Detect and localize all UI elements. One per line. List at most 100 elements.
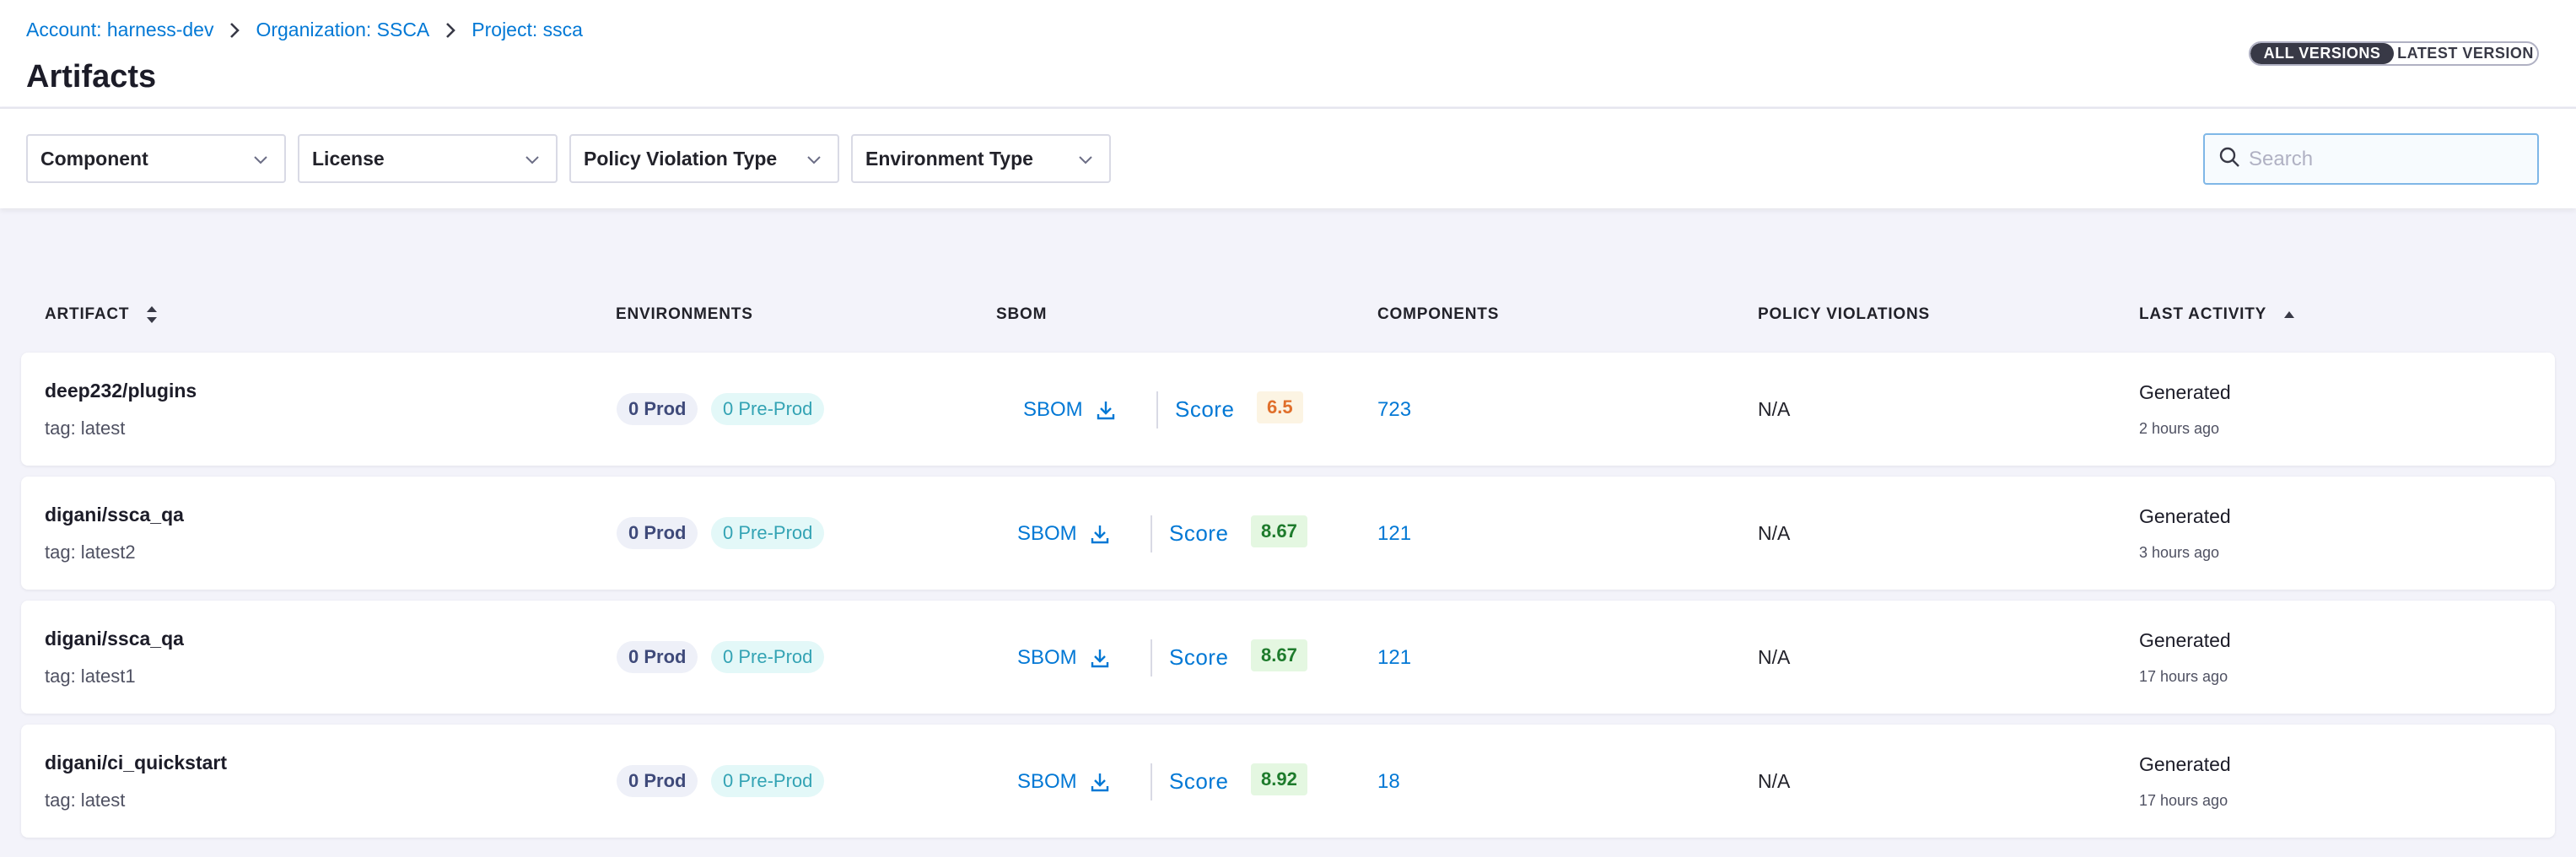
download-icon: [1097, 400, 1115, 420]
download-icon: [1091, 648, 1109, 668]
artifact-name[interactable]: digani/ci_quickstart: [45, 752, 227, 774]
divider: [1151, 515, 1152, 552]
dropdown-label: Component: [40, 147, 148, 170]
score-badge: 8.67: [1251, 515, 1307, 547]
chevron-right-icon: [445, 22, 456, 39]
score-badge: 8.92: [1251, 763, 1307, 795]
breadcrumb-account[interactable]: Account: harness-dev: [26, 19, 213, 41]
artifact-cell: digani/ci_quickstart tag: latest: [45, 752, 227, 811]
score-badge: 8.67: [1251, 639, 1307, 671]
policy-violations-value: N/A: [1758, 522, 1791, 544]
column-header-last-activity[interactable]: LAST ACTIVITY: [2139, 305, 2295, 324]
last-activity-label: Generated: [2139, 629, 2231, 651]
page-header: Account: harness-dev Organization: SSCA …: [0, 0, 2576, 106]
column-header-components: COMPONENTS: [1377, 305, 1500, 323]
score-link[interactable]: Score: [1169, 768, 1228, 795]
sbom-download-link[interactable]: SBOM: [1017, 770, 1109, 794]
artifact-tag: tag: latest: [45, 790, 126, 811]
column-header-environments: ENVIRONMENTS: [616, 305, 753, 323]
sort-icon[interactable]: [146, 305, 158, 324]
download-icon: [1091, 772, 1109, 792]
artifact-name[interactable]: digani/ssca_qa: [45, 628, 184, 650]
last-activity-label: Generated: [2139, 753, 2231, 775]
filter-bar: Component License Policy Violation Type …: [0, 107, 2576, 208]
table-row[interactable]: deep232/plugins tag: latest 0 Prod 0 Pre…: [21, 353, 2555, 466]
chevron-down-icon: [524, 148, 541, 170]
sort-ascending-icon[interactable]: [2283, 310, 2295, 319]
license-filter-dropdown[interactable]: License: [298, 134, 558, 183]
chevron-down-icon: [806, 148, 822, 170]
search-input[interactable]: [2249, 147, 2527, 171]
preprod-environment-badge[interactable]: 0 Pre-Prod: [711, 517, 825, 549]
column-header-sbom: SBOM: [996, 305, 1048, 323]
search-box[interactable]: [2203, 133, 2539, 185]
all-versions-option[interactable]: ALL VERSIONS: [2250, 43, 2394, 64]
components-count-link[interactable]: 18: [1377, 770, 1400, 794]
dropdown-label: Environment Type: [865, 147, 1033, 170]
score-link[interactable]: Score: [1169, 520, 1228, 547]
policy-violations-value: N/A: [1758, 646, 1791, 668]
artifact-cell: digani/ssca_qa tag: latest1: [45, 628, 184, 687]
components-count-link[interactable]: 121: [1377, 522, 1411, 546]
components-count-link[interactable]: 723: [1377, 398, 1411, 422]
artifact-tag: tag: latest1: [45, 666, 136, 687]
preprod-environment-badge[interactable]: 0 Pre-Prod: [711, 641, 825, 673]
divider: [1151, 763, 1152, 800]
policy-violations-value: N/A: [1758, 770, 1791, 792]
artifact-name[interactable]: digani/ssca_qa: [45, 504, 184, 526]
divider: [1151, 639, 1152, 676]
latest-version-option[interactable]: LATEST VERSION: [2394, 43, 2537, 64]
score-link[interactable]: Score: [1175, 396, 1234, 423]
search-icon: [2218, 146, 2240, 172]
version-toggle[interactable]: ALL VERSIONS LATEST VERSION: [2249, 41, 2539, 66]
table-row[interactable]: digani/ssca_qa tag: latest2 0 Prod 0 Pre…: [21, 477, 2555, 590]
score-link[interactable]: Score: [1169, 644, 1228, 671]
dropdown-label: Policy Violation Type: [584, 147, 778, 170]
last-activity-time: 17 hours ago: [2139, 792, 2228, 809]
environment-type-filter-dropdown[interactable]: Environment Type: [851, 134, 1111, 183]
column-header-label: ARTIFACT: [45, 305, 130, 323]
preprod-environment-badge[interactable]: 0 Pre-Prod: [711, 765, 825, 797]
policy-violations-value: N/A: [1758, 398, 1791, 420]
artifact-tag: tag: latest: [45, 418, 126, 439]
column-header-artifact[interactable]: ARTIFACT: [45, 305, 158, 324]
last-activity-time: 2 hours ago: [2139, 420, 2220, 437]
column-header-label: LAST ACTIVITY: [2139, 305, 2267, 323]
dropdown-label: License: [312, 147, 385, 170]
breadcrumb-project[interactable]: Project: ssca: [472, 19, 583, 41]
artifact-tag: tag: latest2: [45, 542, 136, 563]
sbom-download-link[interactable]: SBOM: [1023, 398, 1115, 422]
table-row[interactable]: digani/ci_quickstart tag: latest 0 Prod …: [21, 725, 2555, 838]
score-badge: 6.5: [1257, 391, 1303, 423]
chevron-down-icon: [252, 148, 269, 170]
artifact-cell: digani/ssca_qa tag: latest2: [45, 504, 184, 563]
components-count-link[interactable]: 121: [1377, 646, 1411, 670]
component-filter-dropdown[interactable]: Component: [26, 134, 286, 183]
last-activity-label: Generated: [2139, 505, 2231, 527]
artifact-cell: deep232/plugins tag: latest: [45, 380, 197, 439]
sbom-download-link[interactable]: SBOM: [1017, 646, 1109, 670]
sbom-download-link[interactable]: SBOM: [1017, 522, 1109, 546]
chevron-down-icon: [1077, 148, 1094, 170]
sbom-label: SBOM: [1017, 646, 1077, 669]
prod-environment-badge[interactable]: 0 Prod: [617, 393, 698, 425]
sbom-label: SBOM: [1017, 522, 1077, 545]
sbom-label: SBOM: [1023, 398, 1083, 421]
prod-environment-badge[interactable]: 0 Prod: [617, 641, 698, 673]
breadcrumb-organization[interactable]: Organization: SSCA: [256, 19, 429, 41]
sbom-label: SBOM: [1017, 770, 1077, 793]
artifact-name[interactable]: deep232/plugins: [45, 380, 197, 402]
last-activity-time: 17 hours ago: [2139, 668, 2228, 685]
chevron-right-icon: [229, 22, 240, 39]
download-icon: [1091, 524, 1109, 544]
prod-environment-badge[interactable]: 0 Prod: [617, 765, 698, 797]
policy-violation-type-filter-dropdown[interactable]: Policy Violation Type: [569, 134, 839, 183]
page-title: Artifacts: [26, 59, 157, 94]
table-row[interactable]: digani/ssca_qa tag: latest1 0 Prod 0 Pre…: [21, 601, 2555, 714]
column-header-policy-violations: POLICY VIOLATIONS: [1758, 305, 1930, 323]
breadcrumb: Account: harness-dev Organization: SSCA …: [26, 19, 583, 41]
divider: [1156, 391, 1158, 428]
prod-environment-badge[interactable]: 0 Prod: [617, 517, 698, 549]
last-activity-time: 3 hours ago: [2139, 544, 2220, 561]
preprod-environment-badge[interactable]: 0 Pre-Prod: [711, 393, 825, 425]
